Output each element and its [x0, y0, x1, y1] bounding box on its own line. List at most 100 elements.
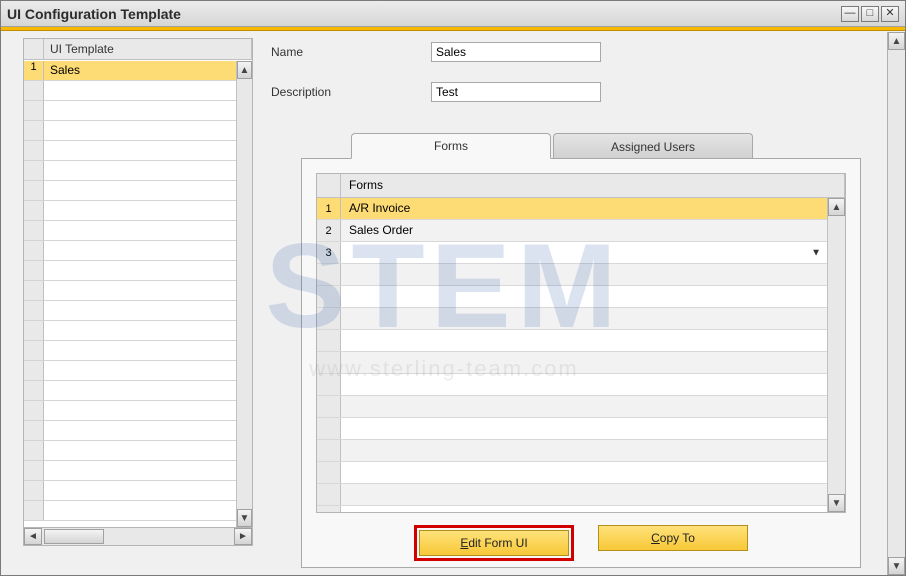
- form-area: Name Description: [271, 42, 855, 122]
- sidebar-vertical-scrollbar[interactable]: ▲ ▼: [236, 61, 252, 527]
- scroll-track[interactable]: [828, 216, 845, 494]
- forms-column-header[interactable]: Forms: [341, 174, 845, 197]
- ui-template-row-empty[interactable]: [24, 101, 236, 121]
- row-number: 3: [317, 242, 341, 263]
- edit-form-ui-label: Edit Form UI: [460, 536, 527, 550]
- forms-vertical-scrollbar[interactable]: ▲ ▼: [827, 198, 845, 512]
- ui-template-row-empty[interactable]: [24, 441, 236, 461]
- scroll-left-icon[interactable]: ◄: [24, 528, 42, 545]
- scroll-up-icon[interactable]: ▲: [828, 198, 845, 216]
- scroll-down-icon[interactable]: ▼: [828, 494, 845, 512]
- ui-template-row[interactable]: 1Sales: [24, 61, 236, 81]
- ui-template-row-empty[interactable]: [24, 421, 236, 441]
- forms-table-row-empty[interactable]: [317, 440, 827, 462]
- row-number-header: [24, 39, 44, 59]
- ui-template-row-empty[interactable]: [24, 181, 236, 201]
- forms-table-row[interactable]: 2Sales Order: [317, 220, 827, 242]
- window-title: UI Configuration Template: [7, 6, 841, 22]
- scroll-up-icon[interactable]: ▲: [237, 61, 252, 79]
- outer-vertical-scrollbar[interactable]: ▲ ▼: [887, 32, 905, 575]
- ui-template-cell: Sales: [44, 61, 236, 80]
- ui-template-row-empty[interactable]: [24, 81, 236, 101]
- window-controls: — □ ✕: [841, 6, 899, 22]
- ui-template-row-empty[interactable]: [24, 221, 236, 241]
- scroll-up-icon[interactable]: ▲: [888, 32, 905, 50]
- scroll-right-icon[interactable]: ►: [234, 528, 252, 545]
- forms-table-body: 1A/R Invoice2Sales Order3▼: [317, 198, 827, 512]
- copy-to-label: Copy To: [651, 531, 695, 545]
- forms-cell: Sales Order: [341, 220, 827, 241]
- ui-template-row-empty[interactable]: [24, 161, 236, 181]
- name-input[interactable]: [431, 42, 601, 62]
- forms-table-header: Forms: [317, 174, 845, 198]
- ui-template-row-empty[interactable]: [24, 341, 236, 361]
- tab-strip: Forms Assigned Users: [301, 132, 861, 158]
- forms-table-row[interactable]: 3▼: [317, 242, 827, 264]
- forms-table-row-empty[interactable]: [317, 264, 827, 286]
- client-area: UI Template 1Sales ▲ ▼ ◄ ►: [1, 32, 905, 575]
- dropdown-icon[interactable]: ▼: [811, 247, 821, 258]
- scroll-track[interactable]: [237, 79, 252, 509]
- description-label: Description: [271, 85, 431, 99]
- scroll-track[interactable]: [888, 50, 905, 557]
- close-button[interactable]: ✕: [881, 6, 899, 22]
- forms-table-row-empty[interactable]: [317, 418, 827, 440]
- ui-template-row-empty[interactable]: [24, 301, 236, 321]
- name-field-row: Name: [271, 42, 855, 62]
- scroll-pane: UI Template 1Sales ▲ ▼ ◄ ►: [1, 32, 887, 575]
- ui-template-row-empty[interactable]: [24, 401, 236, 421]
- tab-forms-label: Forms: [434, 139, 468, 153]
- ui-template-row-empty[interactable]: [24, 321, 236, 341]
- row-number: 2: [317, 220, 341, 241]
- scroll-h-thumb[interactable]: [44, 529, 104, 544]
- forms-cell: A/R Invoice: [341, 198, 827, 219]
- forms-table-row-empty[interactable]: [317, 286, 827, 308]
- forms-cell: ▼: [341, 242, 827, 263]
- ui-template-row-empty[interactable]: [24, 261, 236, 281]
- description-field-row: Description: [271, 82, 855, 102]
- copy-to-button[interactable]: Copy To: [598, 525, 748, 551]
- sidebar-horizontal-scrollbar[interactable]: ◄ ►: [24, 527, 252, 545]
- forms-table-row-empty[interactable]: [317, 330, 827, 352]
- edit-form-ui-highlight: Edit Form UI: [414, 525, 574, 561]
- accent-bar: [1, 27, 905, 31]
- tab-assigned-users[interactable]: Assigned Users: [553, 133, 753, 159]
- ui-template-row-empty[interactable]: [24, 361, 236, 381]
- scroll-h-track[interactable]: [42, 528, 234, 545]
- forms-table-row-empty[interactable]: [317, 352, 827, 374]
- ui-template-row-empty[interactable]: [24, 381, 236, 401]
- ui-template-row-empty[interactable]: [24, 481, 236, 501]
- ui-template-row-empty[interactable]: [24, 141, 236, 161]
- forms-table-row-empty[interactable]: [317, 462, 827, 484]
- minimize-button[interactable]: —: [841, 6, 859, 22]
- row-number: 1: [317, 198, 341, 219]
- tab-assigned-users-label: Assigned Users: [611, 140, 695, 154]
- forms-table-row-empty[interactable]: [317, 506, 827, 512]
- description-input[interactable]: [431, 82, 601, 102]
- ui-template-column-header[interactable]: UI Template: [44, 39, 252, 59]
- window-frame: UI Configuration Template — □ ✕ UI Templ…: [0, 0, 906, 576]
- forms-row-number-header: [317, 174, 341, 197]
- ui-template-rows: 1Sales: [24, 61, 236, 527]
- titlebar: UI Configuration Template — □ ✕: [1, 1, 905, 27]
- forms-table-row[interactable]: 1A/R Invoice: [317, 198, 827, 220]
- ui-template-row-empty[interactable]: [24, 501, 236, 521]
- scroll-down-icon[interactable]: ▼: [888, 557, 905, 575]
- forms-table-row-empty[interactable]: [317, 484, 827, 506]
- button-row: Edit Form UI Copy To: [302, 525, 860, 561]
- edit-form-ui-button[interactable]: Edit Form UI: [419, 530, 569, 556]
- forms-table-row-empty[interactable]: [317, 308, 827, 330]
- ui-template-list-header: UI Template: [24, 39, 252, 60]
- ui-template-row-empty[interactable]: [24, 461, 236, 481]
- forms-table-row-empty[interactable]: [317, 396, 827, 418]
- maximize-button[interactable]: □: [861, 6, 879, 22]
- tab-forms[interactable]: Forms: [351, 133, 551, 159]
- ui-template-list: UI Template 1Sales ▲ ▼ ◄ ►: [23, 38, 253, 546]
- ui-template-row-empty[interactable]: [24, 201, 236, 221]
- ui-template-row-empty[interactable]: [24, 241, 236, 261]
- scroll-down-icon[interactable]: ▼: [237, 509, 252, 527]
- forms-table: Forms 1A/R Invoice2Sales Order3▼ ▲ ▼: [316, 173, 846, 513]
- ui-template-row-empty[interactable]: [24, 121, 236, 141]
- ui-template-row-empty[interactable]: [24, 281, 236, 301]
- forms-table-row-empty[interactable]: [317, 374, 827, 396]
